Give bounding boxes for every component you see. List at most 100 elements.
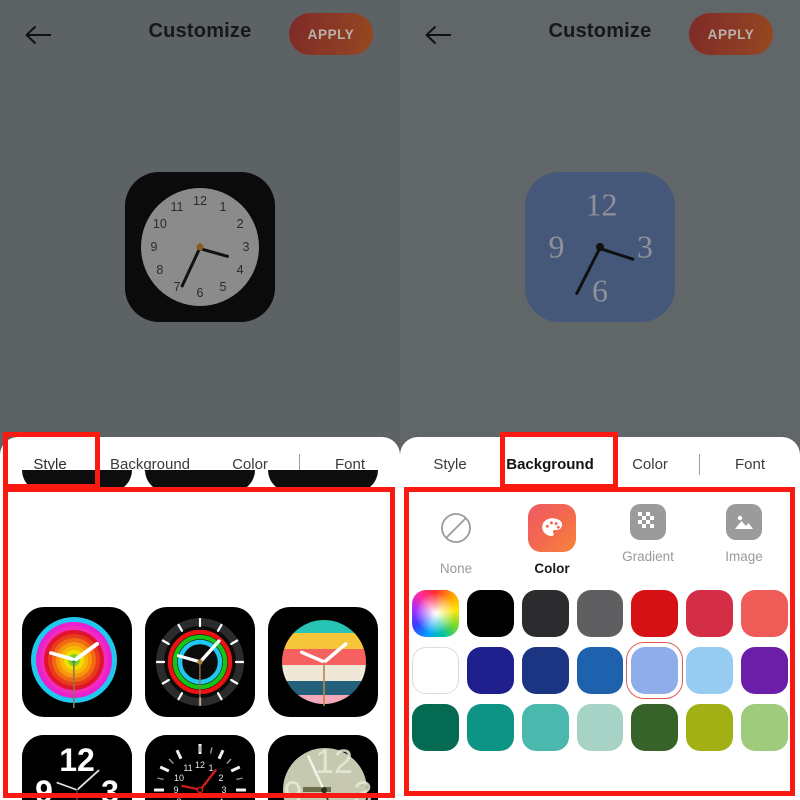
- color-swatch-grid: [400, 576, 800, 751]
- minute-hand: [180, 247, 202, 288]
- watch-face-partial-top[interactable]: [22, 470, 133, 492]
- dial-numeral: 8: [156, 263, 164, 277]
- dial-numeral: 12: [193, 193, 207, 208]
- svg-text:11: 11: [183, 763, 192, 773]
- dial-numeral-12: 12: [585, 186, 618, 223]
- svg-text:3: 3: [101, 774, 119, 800]
- swatch-deep-teal[interactable]: [412, 703, 459, 751]
- watch-dial: 12 1 2 3 4 5 6 7 8 9 10 11: [141, 188, 259, 306]
- dial-numeral: 5: [219, 280, 227, 295]
- left-watch-preview: 12 1 2 3 4 5 6 7 8 9 10 11: [0, 172, 400, 322]
- svg-text:2: 2: [218, 773, 223, 783]
- dial-numeral: 11: [170, 199, 184, 214]
- swatch-blue[interactable]: [576, 646, 624, 694]
- swatch-red[interactable]: [631, 590, 679, 637]
- swatch-dark-blue[interactable]: [521, 646, 569, 694]
- tab-font[interactable]: Font: [700, 437, 800, 492]
- svg-text:9: 9: [35, 774, 53, 800]
- swatch-white[interactable]: [412, 646, 459, 694]
- background-mode-none[interactable]: None: [408, 504, 504, 576]
- swatch-forest-green[interactable]: [631, 703, 679, 751]
- dial-numeral-6: 6: [592, 272, 608, 308]
- apply-button[interactable]: APPLY: [689, 13, 773, 55]
- swatch-crimson[interactable]: [686, 590, 734, 637]
- dial-pivot: [596, 243, 604, 251]
- stripes-face[interactable]: [267, 607, 378, 717]
- left-screen: Customize APPLY 12 1 2 3 4 5 6 7 8 9 10 …: [0, 0, 400, 800]
- watch-face-partial-top[interactable]: [144, 470, 255, 492]
- watch-face-preview-blue[interactable]: 12 3 6 9: [525, 172, 675, 322]
- background-mode-label: Gradient: [622, 549, 674, 564]
- right-topbar: Customize APPLY: [400, 0, 800, 70]
- red-hands-dial-face[interactable]: 1212 345 678 91011: [144, 735, 255, 800]
- swatch-olive[interactable]: [686, 703, 734, 751]
- svg-text:10: 10: [174, 773, 184, 783]
- palette-icon: [528, 504, 576, 552]
- swatch-dark-gray[interactable]: [521, 590, 569, 637]
- swatch-black[interactable]: [466, 590, 514, 637]
- background-panel: None Color Gradient Image: [400, 492, 800, 800]
- swatch-coral[interactable]: [741, 590, 789, 637]
- image-icon: [726, 504, 762, 540]
- swatch-navy[interactable]: [466, 646, 514, 694]
- dial-pivot: [196, 243, 204, 251]
- dial-numeral: 6: [196, 286, 204, 301]
- swatch-periwinkle[interactable]: [626, 641, 684, 699]
- bignum-white-face[interactable]: 12 9 3 6: [22, 735, 133, 800]
- swatch-light-blue[interactable]: [686, 646, 734, 694]
- swatch-light-green[interactable]: [741, 703, 789, 751]
- svg-text:12: 12: [315, 743, 353, 781]
- right-bottom-sheet: Style Background Color Font None Color G…: [400, 437, 800, 800]
- background-mode-row: None Color Gradient Image: [400, 492, 800, 576]
- background-mode-color[interactable]: Color: [504, 504, 600, 576]
- left-bottom-sheet: Style Background Color Font 12 9 3 12 1 …: [0, 437, 400, 800]
- right-watch-preview: 12 3 6 9: [400, 172, 800, 322]
- svg-text:9: 9: [283, 775, 302, 800]
- background-mode-label: Image: [725, 549, 763, 564]
- right-tab-bar: Style Background Color Font: [400, 437, 800, 492]
- swatch-teal[interactable]: [466, 703, 514, 751]
- dial-numeral-9: 9: [548, 228, 565, 265]
- dial-numeral: 10: [152, 216, 167, 231]
- svg-text:3: 3: [221, 785, 226, 795]
- rainbow-rings-face[interactable]: [22, 607, 133, 717]
- watch-face-preview-dark[interactable]: 12 1 2 3 4 5 6 7 8 9 10 11: [125, 172, 275, 322]
- left-topbar: Customize APPLY: [0, 0, 400, 70]
- swatch-mint[interactable]: [576, 703, 624, 751]
- tab-style[interactable]: Style: [400, 437, 500, 492]
- dial-numeral: 3: [242, 240, 250, 254]
- gradient-grid-icon: [630, 504, 666, 540]
- dial-numeral: 1: [219, 199, 227, 214]
- svg-text:1: 1: [208, 763, 213, 773]
- dial-numeral: 7: [173, 280, 181, 295]
- style-panel: 12 9 3 6: [0, 470, 400, 800]
- svg-text:9: 9: [173, 785, 178, 795]
- background-mode-label: Color: [534, 561, 570, 576]
- watch-face-partial-top[interactable]: [267, 470, 378, 492]
- background-mode-gradient[interactable]: Gradient: [600, 504, 696, 576]
- right-screen: Customize APPLY 12 3 6 9 Style Backgroun…: [400, 0, 800, 800]
- color-rings-face[interactable]: [144, 607, 255, 717]
- dial-numeral-3: 3: [637, 228, 653, 265]
- watch-face-style-grid: 12 9 3 6: [0, 470, 400, 800]
- dial-numeral: 2: [236, 216, 244, 231]
- app-screen: Customize APPLY 12 1 2 3 4 5 6 7 8 9 10 …: [0, 0, 800, 800]
- swatch-gray[interactable]: [576, 590, 624, 637]
- svg-text:12: 12: [195, 760, 205, 770]
- color-wheel-swatch[interactable]: [412, 590, 459, 637]
- hour-hand: [199, 247, 230, 258]
- background-mode-image[interactable]: Image: [696, 504, 792, 576]
- svg-text:3: 3: [353, 775, 372, 800]
- circle-slash-icon: [432, 504, 480, 552]
- tab-background[interactable]: Background: [500, 437, 600, 492]
- hour-hand: [599, 247, 635, 261]
- svg-text:12: 12: [60, 742, 96, 778]
- tab-color[interactable]: Color: [600, 437, 700, 492]
- dial-numeral: 9: [150, 240, 158, 254]
- swatch-purple[interactable]: [741, 646, 789, 694]
- background-mode-label: None: [439, 561, 473, 576]
- olive-bignum-face[interactable]: 129 36: [267, 735, 378, 800]
- apply-button[interactable]: APPLY: [289, 13, 373, 55]
- dial-numeral: 4: [236, 263, 244, 277]
- swatch-turquoise[interactable]: [521, 703, 569, 751]
